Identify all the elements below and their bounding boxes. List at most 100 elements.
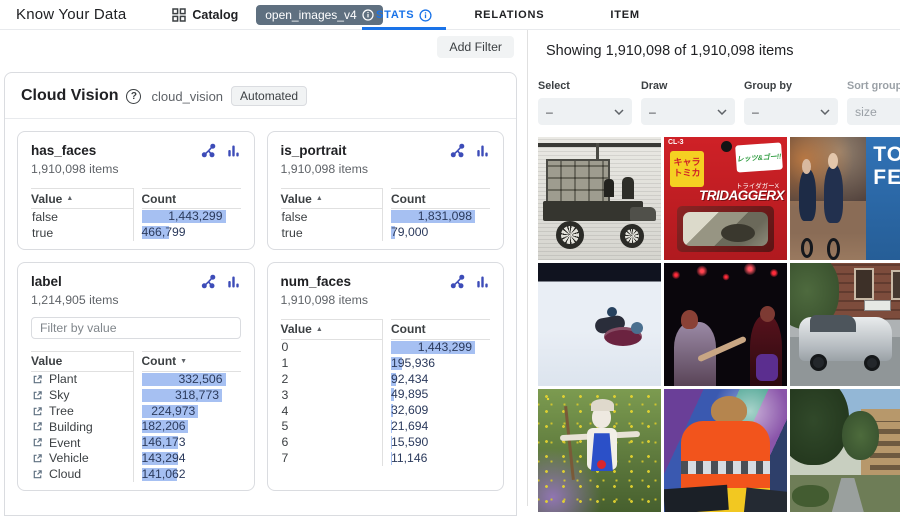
bar-chart-icon[interactable]	[226, 143, 241, 158]
count-cell[interactable]: 318,773	[142, 387, 241, 403]
stat-card: num_faces	[267, 262, 505, 492]
count-bar[interactable]: 466,799	[142, 226, 226, 239]
count-cell[interactable]: 146,173	[142, 435, 241, 451]
count-bar[interactable]: 332,506	[142, 373, 226, 386]
count-bar[interactable]: 79,000	[391, 226, 475, 239]
count-bar[interactable]: 21,694	[391, 420, 475, 433]
count-cell[interactable]: 32,609	[391, 403, 490, 419]
value-cell[interactable]: Vehicle	[31, 451, 133, 467]
count-cell[interactable]: 1,443,299	[142, 209, 241, 225]
tab-stats[interactable]: STATS	[362, 0, 446, 30]
value-column-header[interactable]: Value▲	[281, 188, 383, 209]
count-cell[interactable]: 224,973	[142, 403, 241, 419]
filter-by-value-input[interactable]	[31, 317, 241, 339]
add-filter-button[interactable]: Add Filter	[437, 36, 514, 58]
value-count-table: Value PlantSkyTreeBuildingEventVehicleCl…	[31, 351, 241, 483]
count-cell[interactable]: 143,294	[142, 451, 241, 467]
value-cell[interactable]: Tree	[31, 403, 133, 419]
count-bar[interactable]: 15,590	[391, 436, 475, 449]
value-cell[interactable]: Building	[31, 419, 133, 435]
count-cell[interactable]: 15,590	[391, 434, 490, 450]
value-column-header[interactable]: Value▲	[31, 188, 133, 209]
count-cell[interactable]: 195,936	[391, 355, 490, 371]
value-cell[interactable]: Sky	[31, 387, 133, 403]
count-cell[interactable]: 466,799	[142, 225, 241, 241]
count-bar[interactable]: 1,831,098	[391, 210, 475, 223]
count-column-header[interactable]: Count	[391, 319, 490, 340]
value-cell[interactable]: Plant	[31, 372, 133, 388]
count-cell[interactable]: 141,062	[142, 466, 241, 482]
count-bar[interactable]: 49,895	[391, 388, 475, 401]
count-column-header[interactable]: Count	[391, 188, 490, 209]
value-column-header[interactable]: Value▲	[281, 319, 383, 340]
count-column-header[interactable]: Count▼	[142, 351, 241, 372]
count-bar[interactable]: 1,443,299	[142, 210, 226, 223]
scatter-plot-icon[interactable]	[201, 274, 216, 289]
dropdown-draw[interactable]: –	[641, 98, 735, 125]
count-column-header[interactable]: Count	[142, 188, 241, 209]
image-tile-hi-vis-safety-jacket[interactable]	[664, 389, 787, 512]
scatter-plot-icon[interactable]	[201, 143, 216, 158]
count-bar[interactable]: 11,146	[391, 452, 475, 465]
launch-icon	[32, 406, 43, 417]
count-bar[interactable]: 92,434	[391, 373, 475, 386]
package-title: TRIDAGGERX	[699, 188, 784, 203]
count-cell[interactable]: 21,694	[391, 419, 490, 435]
count-bar[interactable]: 182,206	[142, 420, 226, 433]
chevron-down-icon	[717, 109, 727, 115]
count-cell[interactable]: 79,000	[391, 225, 490, 241]
count-cell[interactable]: 11,146	[391, 450, 490, 466]
control-label: Sort groups by	[847, 80, 900, 92]
stats-info-icon[interactable]	[419, 9, 432, 22]
card-item-count: 1,214,905 items	[31, 293, 241, 307]
count-bar[interactable]: 146,173	[142, 436, 226, 449]
catalog-button[interactable]: Catalog	[172, 8, 238, 22]
count-bar[interactable]: 141,062	[142, 468, 226, 481]
count-bar[interactable]: 32,609	[391, 404, 475, 417]
app-title[interactable]: Know Your Data	[16, 6, 126, 23]
catalog-label: Catalog	[192, 8, 238, 22]
tab-item[interactable]: ITEM	[596, 0, 653, 30]
image-tile-engraving-vintage-truck[interactable]	[538, 137, 661, 260]
count-cell[interactable]: 1,443,299	[391, 340, 490, 356]
value-cell[interactable]: Event	[31, 435, 133, 451]
image-tile-snow-tubing[interactable]	[538, 263, 661, 386]
value-cell: 5	[281, 419, 383, 435]
scatter-plot-icon[interactable]	[450, 274, 465, 289]
dropdown-group-by[interactable]: –	[744, 98, 838, 125]
bar-chart-icon[interactable]	[226, 274, 241, 289]
value-cell: false	[281, 209, 383, 225]
tab-relations[interactable]: RELATIONS	[460, 0, 558, 30]
dataset-name: open_images_v4	[265, 8, 356, 22]
count-bar[interactable]: 143,294	[142, 452, 226, 465]
image-tile-concert-stage[interactable]	[664, 263, 787, 386]
help-icon[interactable]: ?	[126, 89, 141, 104]
scatter-plot-icon[interactable]	[450, 143, 465, 158]
chevron-down-icon	[820, 109, 830, 115]
count-bar[interactable]: 1,443,299	[391, 341, 475, 354]
control-draw: Draw–	[641, 80, 744, 125]
image-tile-cyclists-race-poster[interactable]: TO FE	[790, 137, 900, 260]
count-bar[interactable]: 195,936	[391, 357, 475, 370]
image-tile-street-with-trees[interactable]	[790, 389, 900, 512]
control-sort-groups-by: Sort groups bysize	[847, 80, 900, 125]
value-column-header[interactable]: Value	[31, 351, 133, 372]
control-label: Group by	[744, 80, 847, 92]
count-cell[interactable]: 1,831,098	[391, 209, 490, 225]
control-select: Select–	[538, 80, 641, 125]
count-cell[interactable]: 92,434	[391, 371, 490, 387]
image-tile-toy-car-package[interactable]: CL-3 キャラ トミカ レッツ&ゴー!! トライダガーX TRIDAGGERX	[664, 137, 787, 260]
count-cell[interactable]: 49,895	[391, 387, 490, 403]
stat-card: is_portrait	[267, 131, 505, 250]
count-bar[interactable]: 224,973	[142, 405, 226, 418]
count-bar[interactable]: 318,773	[142, 389, 226, 402]
count-cell[interactable]: 332,506	[142, 372, 241, 388]
image-tile-parked-silver-car[interactable]	[790, 263, 900, 386]
image-tile-scarecrow-flower-field[interactable]	[538, 389, 661, 512]
value-cell[interactable]: Cloud	[31, 466, 133, 482]
top-bar: Know Your Data Catalog open_images_v4 ST…	[0, 0, 900, 30]
count-cell[interactable]: 182,206	[142, 419, 241, 435]
dropdown-select[interactable]: –	[538, 98, 632, 125]
bar-chart-icon[interactable]	[475, 274, 490, 289]
bar-chart-icon[interactable]	[475, 143, 490, 158]
